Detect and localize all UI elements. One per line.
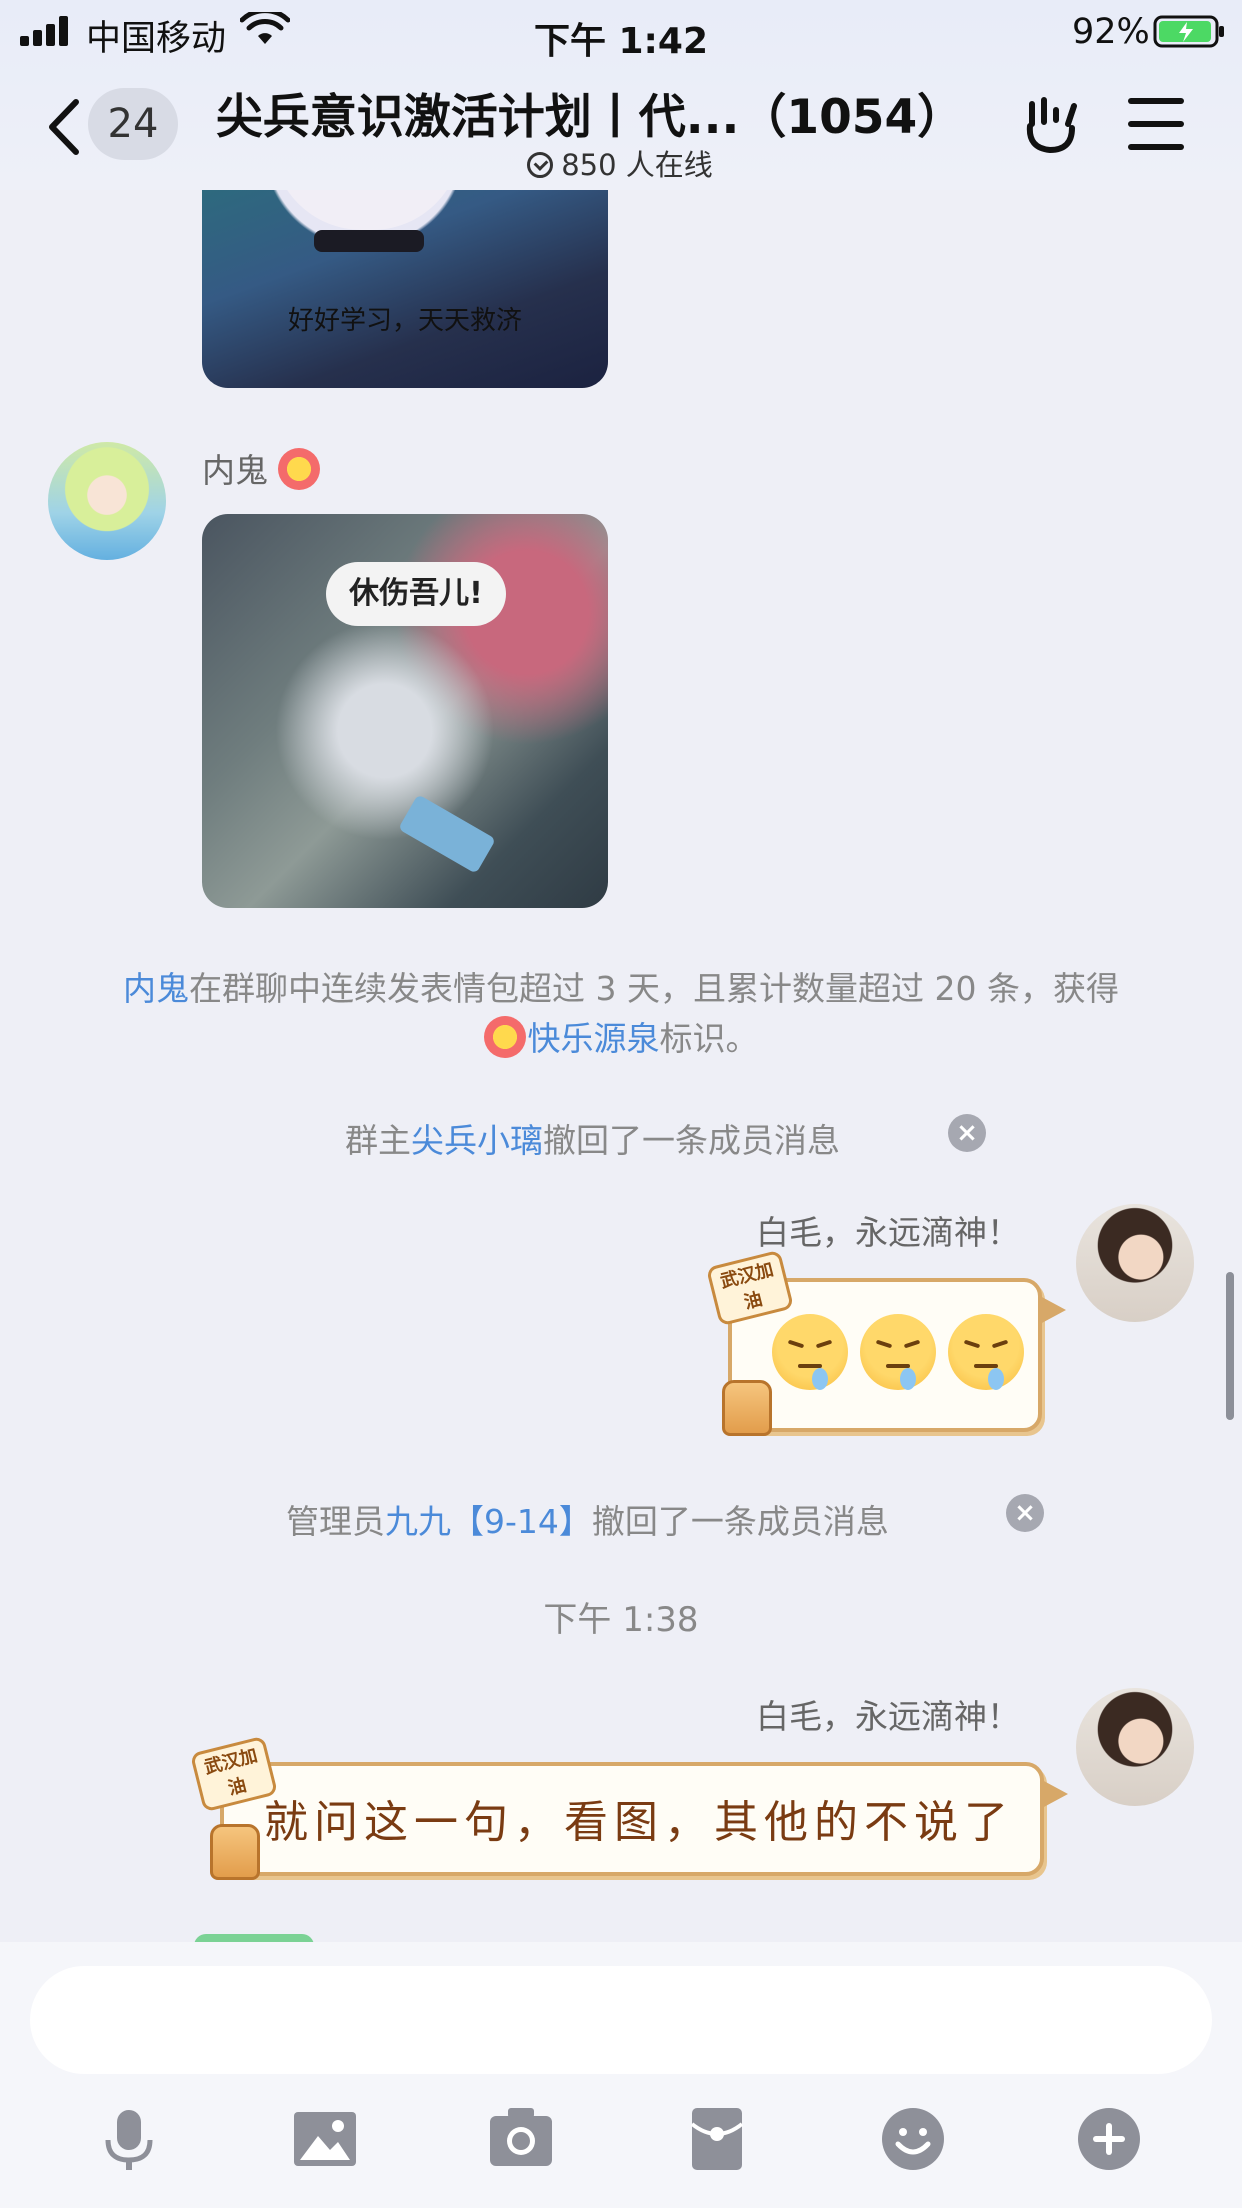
battery-percent: 92% (1072, 12, 1150, 52)
bubble-tail (1040, 1296, 1066, 1324)
dismiss-icon[interactable]: × (1006, 1494, 1044, 1532)
top-bar: 中国移动 下午 1:42 92% 24 尖兵意识激活计划丨代...（1054） … (0, 0, 1242, 190)
red-packet-icon[interactable] (684, 2106, 750, 2172)
avatar[interactable] (1076, 1688, 1194, 1806)
sender-name: 白毛，永远滴神！ (756, 1213, 1020, 1252)
image-caption: 休伤吾儿! (326, 562, 506, 626)
status-time: 下午 1:42 (533, 21, 709, 62)
notice-badge-link[interactable]: 快乐源泉 (528, 1019, 660, 1058)
avatar[interactable] (1076, 1204, 1194, 1322)
sender-name: 内鬼 (202, 444, 320, 492)
microphone-icon[interactable] (96, 2106, 162, 2172)
scrollbar[interactable] (1226, 1272, 1234, 1420)
recall-prefix: 群主 (345, 1121, 411, 1160)
crying-emoji-icon (860, 1314, 936, 1390)
battery-icon (1153, 15, 1225, 48)
flower-badge-icon (483, 1016, 526, 1058)
notice-suffix: 标识。 (659, 1019, 759, 1058)
time-separator: 下午 1:38 (543, 1600, 699, 1640)
plus-icon[interactable] (1076, 2106, 1142, 2172)
crying-emoji-icon (948, 1314, 1024, 1390)
recall-user-link[interactable]: 尖兵小璃 (411, 1121, 543, 1160)
group-title[interactable]: 尖兵意识激活计划丨代...（1054） (200, 78, 980, 147)
recall-suffix: 撤回了一条成员消息 (591, 1502, 889, 1541)
input-bar (0, 1942, 1242, 2208)
menu-icon[interactable] (1128, 98, 1184, 150)
dismiss-icon[interactable]: × (948, 1114, 986, 1152)
recall-prefix: 管理员 (286, 1502, 385, 1541)
recall-notice: 管理员九九【9-14】撤回了一条成员消息 (286, 1495, 889, 1543)
fist-sticker-icon (722, 1380, 772, 1436)
online-status-icon (527, 152, 554, 178)
chat-image[interactable]: 休伤吾儿! (202, 514, 608, 908)
back-button[interactable] (40, 92, 90, 162)
camera-icon[interactable] (488, 2106, 554, 2172)
fist-sticker-icon (210, 1824, 260, 1880)
system-notice: 内鬼在群聊中连续发表情包超过 3 天，且累计数量超过 20 条，获得 快乐源泉标… (60, 964, 1182, 1064)
online-count: 850 人在线 (200, 142, 1040, 184)
sender-name-text: 内鬼 (202, 451, 268, 490)
message-text: 就问这一句，看图，其他的不说了 (264, 1797, 1014, 1848)
recall-suffix: 撤回了一条成员消息 (543, 1121, 840, 1160)
message-bubble[interactable]: 就问这一句，看图，其他的不说了 (220, 1762, 1044, 1876)
notice-text: 在群聊中连续发表情包超过 3 天，且累计数量超过 20 条，获得 (189, 969, 1119, 1008)
crying-emoji-icon (772, 1314, 848, 1390)
flower-badge-icon (278, 448, 320, 490)
image-icon[interactable] (292, 2106, 358, 2172)
recall-notice: 群主尖兵小璃撤回了一条成员消息 (345, 1114, 840, 1162)
sender-name: 白毛，永远滴神！ (756, 1697, 1020, 1736)
notice-user-link[interactable]: 内鬼 (123, 969, 189, 1008)
emoji-icon[interactable] (880, 2106, 946, 2172)
message-input[interactable] (30, 1966, 1212, 2074)
unread-count-badge[interactable]: 24 (88, 88, 178, 160)
avatar[interactable] (48, 442, 166, 560)
online-count-text: 850 人在线 (561, 148, 713, 182)
recall-user-link[interactable]: 九九【9-14】 (385, 1502, 592, 1541)
image-caption: 好好学习，天天救济 (287, 306, 522, 336)
bubble-tail (1042, 1780, 1068, 1808)
hand-gesture-icon[interactable] (1022, 96, 1082, 156)
